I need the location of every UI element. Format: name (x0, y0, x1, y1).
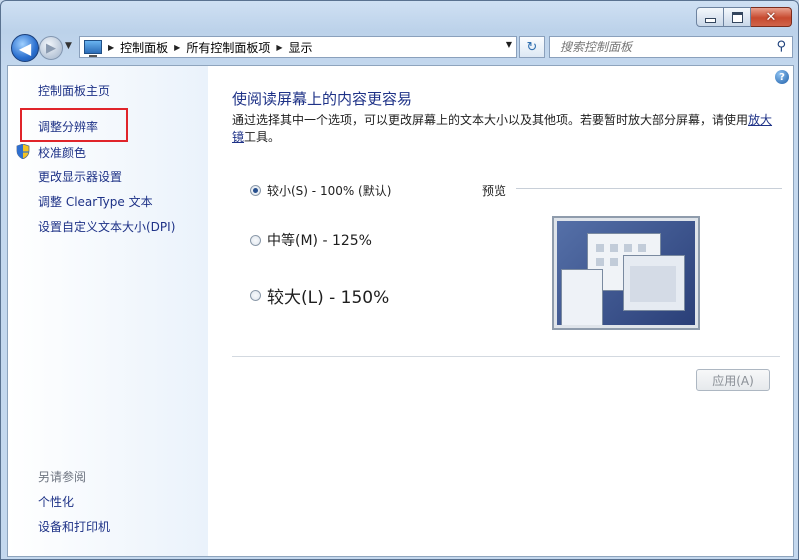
control-panel-icon (84, 40, 102, 57)
preview-window-content (630, 266, 676, 302)
caption-buttons: ✕ (696, 7, 792, 27)
forward-arrow-icon: ▶ (46, 40, 56, 56)
description-text: 通过选择其中一个选项，可以更改屏幕上的文本大小以及其他项。若要暂时放大部分屏幕，… (232, 113, 749, 127)
search-box: ⚲ (549, 36, 793, 58)
sidebar-link-change-display-settings[interactable]: 更改显示器设置 (38, 168, 122, 185)
preview-tile (624, 244, 632, 252)
forward-button[interactable]: ▶ (39, 36, 63, 60)
preview-divider (516, 188, 782, 189)
minimize-icon (704, 17, 716, 23)
preview-tile (610, 258, 618, 266)
preview-tile (596, 244, 604, 252)
preview-window (623, 255, 685, 311)
window: ✕ ◀ ▶ ▼ ▶ 控制面板 ▶ 所有控制面板项 ▶ 显示 ▼ ↻ ⚲ 控制面板… (0, 0, 799, 560)
sidebar-home-link[interactable]: 控制面板主页 (38, 82, 110, 99)
preview-tile (596, 258, 604, 266)
option-medium-label: 中等(M) - 125% (267, 233, 372, 249)
breadcrumb-all-items[interactable]: 所有控制面板项 (186, 39, 270, 56)
sidebar-link-calibrate-color[interactable]: 校准颜色 (38, 144, 86, 161)
help-icon[interactable]: ? (775, 70, 789, 84)
apply-button[interactable]: 应用(A) (696, 369, 770, 391)
option-smaller-radio[interactable] (250, 185, 261, 196)
sidebar-link-adjust-resolution[interactable]: 调整分辨率 (38, 118, 98, 135)
breadcrumb-separator-icon[interactable]: ▶ (276, 43, 282, 52)
close-icon: ✕ (765, 9, 777, 25)
option-larger[interactable]: 较大(L) - 150% (250, 283, 389, 308)
navigation-bar: ◀ ▶ ▼ ▶ 控制面板 ▶ 所有控制面板项 ▶ 显示 ▼ ↻ ⚲ (9, 33, 793, 62)
see-also-title: 另请参阅 (38, 470, 87, 484)
breadcrumb-control-panel[interactable]: 控制面板 (120, 39, 168, 56)
search-input[interactable] (558, 39, 772, 55)
refresh-icon: ↻ (526, 39, 538, 55)
maximize-button[interactable] (724, 7, 751, 27)
breadcrumb-separator-icon[interactable]: ▶ (108, 43, 114, 52)
sidebar-link-cleartype[interactable]: 调整 ClearType 文本 (38, 193, 153, 210)
description-suffix: 工具。 (244, 130, 281, 144)
preview-screen (557, 221, 695, 325)
preview-label: 预览 (482, 184, 507, 198)
preview-image (552, 216, 700, 330)
option-smaller-label: 较小(S) - 100% (默认) (267, 184, 392, 198)
maximize-icon (731, 11, 743, 23)
back-button[interactable]: ◀ (11, 34, 39, 62)
minimize-button[interactable] (696, 7, 724, 27)
address-bar[interactable]: ▶ 控制面板 ▶ 所有控制面板项 ▶ 显示 ▼ (79, 36, 517, 58)
option-larger-radio[interactable] (250, 290, 261, 301)
uac-shield-icon (16, 144, 30, 159)
option-larger-label: 较大(L) - 150% (267, 288, 390, 308)
breadcrumb-separator-icon[interactable]: ▶ (174, 43, 180, 52)
option-medium-radio[interactable] (250, 234, 261, 246)
breadcrumb: ▶ 控制面板 ▶ 所有控制面板项 ▶ 显示 (102, 39, 313, 56)
content-area: 控制面板主页 调整分辨率 校准颜色 更改显示器设置 调整 ClearType 文… (7, 65, 794, 557)
page-title: 使阅读屏幕上的内容更容易 (232, 90, 413, 108)
close-button[interactable]: ✕ (751, 7, 792, 27)
address-dropdown-icon[interactable]: ▼ (506, 40, 512, 49)
preview-tile (610, 244, 618, 252)
see-also-devices-printers[interactable]: 设备和打印机 (38, 518, 110, 535)
search-icon[interactable]: ⚲ (776, 39, 786, 54)
sidebar-link-custom-dpi[interactable]: 设置自定义文本大小(DPI) (38, 218, 175, 235)
page-description: 通过选择其中一个选项，可以更改屏幕上的文本大小以及其他项。若要暂时放大部分屏幕，… (232, 112, 780, 146)
sidebar: 控制面板主页 调整分辨率 校准颜色 更改显示器设置 调整 ClearType 文… (8, 66, 208, 556)
content-divider (232, 356, 780, 357)
back-arrow-icon: ◀ (18, 38, 32, 58)
preview-window (561, 269, 603, 325)
breadcrumb-display[interactable]: 显示 (289, 39, 313, 56)
refresh-button[interactable]: ↻ (519, 36, 545, 58)
option-medium[interactable]: 中等(M) - 125% (250, 230, 372, 250)
see-also-personalization[interactable]: 个性化 (38, 493, 74, 510)
history-dropdown-icon[interactable]: ▼ (65, 41, 72, 51)
option-smaller[interactable]: 较小(S) - 100% (默认) (250, 182, 391, 199)
preview-tile (638, 244, 646, 252)
